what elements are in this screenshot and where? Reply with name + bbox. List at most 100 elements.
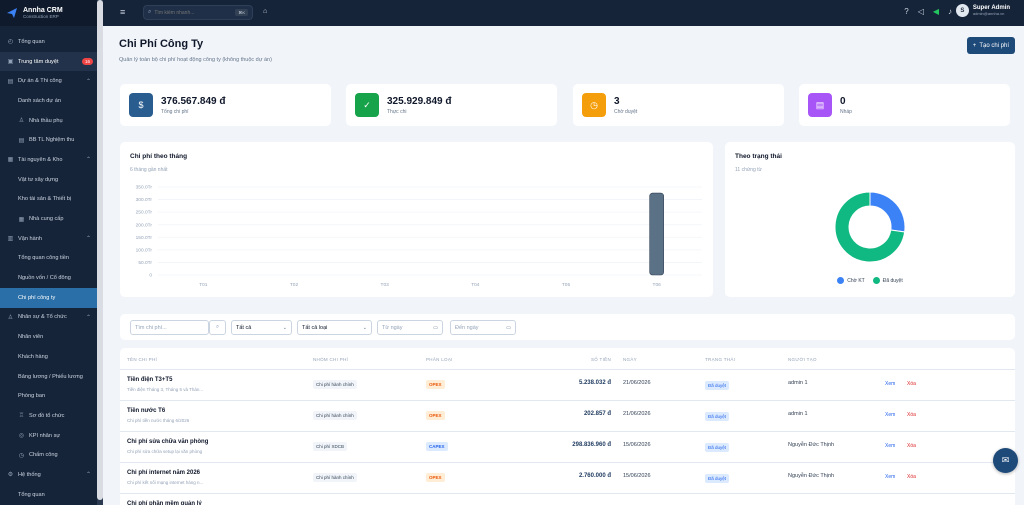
- global-search-input[interactable]: [154, 9, 235, 16]
- sidebar-item-label: Khách hàng: [18, 353, 48, 360]
- table-row[interactable]: Chi phí sửa chữa văn phòng Chi phí sửa ch…: [120, 432, 1015, 463]
- chevron-up-icon[interactable]: ⌃: [86, 471, 91, 478]
- topbar-actions: ? ◁ ◀ ♪: [904, 7, 952, 16]
- expense-search-input[interactable]: Tìm chi phí...: [130, 320, 209, 335]
- expense-name: Tiền điện T3+T5: [127, 377, 173, 383]
- stat-text: 3 Chờ duyệt: [614, 96, 637, 115]
- created-by: admin 1: [788, 380, 808, 386]
- column-header[interactable]: SỐ TIỀN: [591, 357, 611, 362]
- calendar-icon: ▭: [433, 324, 438, 331]
- created-by: Nguyễn Đức Thịnh: [788, 442, 835, 448]
- status-badge: Đã duyệt: [705, 381, 730, 390]
- expense-amount: 298.836.960 đ: [572, 442, 611, 448]
- home-icon[interactable]: ⌂: [263, 8, 267, 15]
- view-link[interactable]: Xem: [885, 412, 895, 418]
- sidebar-item-nha-cung-cap[interactable]: ▦ Nhà cung cấp: [0, 209, 103, 229]
- sidebar-item-nha-thau-phu[interactable]: ♙ Nhà thầu phụ: [0, 111, 103, 131]
- column-header[interactable]: TRẠNG THÁI: [705, 357, 735, 362]
- expense-description: Chi phí sửa chữa setup lại văn phòng: [127, 449, 203, 454]
- sidebar-item-phong-ban[interactable]: Phòng ban: [0, 386, 103, 406]
- create-expense-button[interactable]: + Tạo chi phí: [966, 37, 1015, 54]
- logo-icon: [7, 8, 17, 18]
- table-header: TÊN CHI PHÍ NHÓM CHI PHÍ PHÂN LOẠI SỐ TIỀN N…: [120, 348, 1015, 370]
- sidebar-item-trung-tam-duyet[interactable]: ▣ Trung tâm duyệt 16: [0, 51, 103, 72]
- sidebar-item-tai-nguyen-kho[interactable]: ▦ Tài nguyên & Kho ⌃: [0, 150, 103, 170]
- count-badge: 16: [81, 57, 93, 65]
- bar[interactable]: [649, 192, 664, 276]
- sidebar-item-du-an-thi-cong[interactable]: ▤ Dự án & Thi công ⌃: [0, 71, 103, 91]
- status-select[interactable]: Tất cả ⌄: [231, 320, 292, 335]
- sidebar-item-van-hanh[interactable]: ▥ Vận hành ⌃: [0, 229, 103, 249]
- sidebar-item-tong-quan-cong-tien[interactable]: Tổng quan công tiền: [0, 249, 103, 269]
- donut-slice-cho-kt[interactable]: [869, 191, 906, 233]
- column-header[interactable]: TÊN CHI PHÍ: [127, 357, 157, 362]
- expense-group-badge: Chi phí hành chính: [313, 380, 357, 389]
- x-tick-label: T05: [562, 282, 571, 288]
- view-link[interactable]: Xem: [885, 381, 895, 387]
- chevron-down-icon: ⌄: [362, 324, 367, 331]
- chevron-up-icon[interactable]: ⌃: [86, 235, 91, 242]
- sidebar-item-bb-tl-nghiem-thu[interactable]: ▤ BB TL Nghiệm thu: [0, 130, 103, 150]
- table-row[interactable]: Chi phí phần mềm quản lý: [120, 494, 1015, 505]
- sidebar-item-kho-tai-san-thiet-bi[interactable]: Kho tài sản & Thiết bị: [0, 190, 103, 210]
- column-header[interactable]: NGƯỜI TẠO: [788, 357, 817, 362]
- sidebar-item-khach-hang[interactable]: Khách hàng: [0, 347, 103, 367]
- chevron-up-icon[interactable]: ⌃: [86, 78, 91, 85]
- user-menu[interactable]: S Super Admin admin@annha.vn: [955, 4, 1010, 17]
- bell-icon[interactable]: ♪: [948, 7, 952, 16]
- sidebar-item-vat-tu-xay-dung[interactable]: Vật tư xây dựng: [0, 170, 103, 190]
- view-link[interactable]: Xem: [885, 474, 895, 480]
- sidebar-item-he-thong[interactable]: ⚙ Hệ thống ⌃: [0, 465, 103, 485]
- menu-toggle-icon[interactable]: ≡: [120, 8, 129, 17]
- sidebar-item-bang-luong-phieu-luong[interactable]: Bảng lương / Phiếu lương: [0, 367, 103, 387]
- expense-date: 21/06/2026: [623, 380, 651, 386]
- sidebar-item-nhan-su-to-chuc[interactable]: ♙ Nhân sự & Tổ chức ⌃: [0, 308, 103, 328]
- sidebar-item-nguon-von-co-dong[interactable]: Nguồn vốn / Cổ đông: [0, 268, 103, 288]
- topbar: ≡ ⌕ ⌘K ⌂ ? ◁ ◀ ♪ S Super Admin admin@ann…: [103, 0, 1024, 26]
- expense-group-badge: Chi phí hành chính: [313, 411, 357, 420]
- column-header[interactable]: PHÂN LOẠI: [426, 357, 453, 362]
- help-icon[interactable]: ?: [904, 7, 908, 16]
- global-search[interactable]: ⌕ ⌘K: [143, 5, 253, 20]
- type-select[interactable]: Tất cả loại ⌄: [297, 320, 372, 335]
- sidebar-item-danh-sach-du-an[interactable]: Danh sách dự án: [0, 91, 103, 111]
- sidebar-item-so-do-to-chuc[interactable]: ♖ Sơ đồ tổ chức: [0, 406, 103, 426]
- stat-value: 325.929.849 đ: [387, 95, 452, 107]
- stat-value: 376.567.849 đ: [161, 95, 226, 107]
- view-link[interactable]: Xem: [885, 443, 895, 449]
- expense-description: Chi phí tiền nước tháng 6/2026: [127, 418, 190, 423]
- sidebar-item-tong-quan[interactable]: ◴ Tổng quan: [0, 32, 103, 52]
- sidebar-item-nhan-vien[interactable]: Nhân viên: [0, 327, 103, 347]
- delete-link[interactable]: Xóa: [907, 412, 916, 418]
- column-header[interactable]: NHÓM CHI PHÍ: [313, 357, 348, 362]
- stat-card-thuc-chi: ✓ 325.929.849 đ Thực chi: [346, 84, 557, 126]
- sidebar-item-chi-phi-cong-ty[interactable]: Chi phí công ty: [0, 287, 103, 308]
- table-row[interactable]: Tiền điện T3+T5 Tiền điện Tháng 3, Tháng …: [120, 370, 1015, 401]
- sidebar-item-label: Tài nguyên & Kho: [18, 156, 63, 163]
- sidebar-item-kpi-nhan-su[interactable]: ◎ KPI nhân sự: [0, 426, 103, 446]
- x-tick-label: T04: [471, 282, 480, 288]
- to-date-input[interactable]: Đến ngày ▭: [450, 320, 516, 335]
- sidebar-item-cham-cong[interactable]: ◷ Chấm công: [0, 445, 103, 465]
- expense-name: Chi phí internet năm 2026: [127, 470, 201, 476]
- y-tick-label: 250.0Tr: [136, 210, 153, 216]
- target-icon: ◎: [18, 433, 25, 440]
- search-button[interactable]: ⌕: [209, 320, 226, 335]
- table-row[interactable]: Tiền nước T6 Chi phí tiền nước tháng 6/20…: [120, 401, 1015, 432]
- brand[interactable]: Annha CRM Construction ERP: [0, 0, 103, 26]
- delete-link[interactable]: Xóa: [907, 381, 916, 387]
- from-date-input[interactable]: Từ ngày ▭: [377, 320, 443, 335]
- classification-badge: OPEX: [426, 380, 445, 389]
- assistant-fab[interactable]: ✉: [993, 448, 1018, 473]
- chevron-up-icon[interactable]: ⌃: [86, 156, 91, 163]
- column-header[interactable]: NGÀY: [623, 357, 637, 362]
- sidebar-item-tong-quan[interactable]: Tổng quan: [0, 485, 103, 505]
- delete-link[interactable]: Xóa: [907, 443, 916, 449]
- chevron-up-icon[interactable]: ⌃: [86, 314, 91, 321]
- sound-icon[interactable]: ◁: [918, 7, 924, 16]
- sidebar-item-label: Chi phí công ty: [18, 294, 56, 301]
- table-row[interactable]: Chi phí internet năm 2026 Chi phí kết nối…: [120, 463, 1015, 494]
- settings-icon: ⚙: [7, 472, 14, 479]
- delete-link[interactable]: Xóa: [907, 474, 916, 480]
- announcement-icon[interactable]: ◀: [933, 7, 939, 16]
